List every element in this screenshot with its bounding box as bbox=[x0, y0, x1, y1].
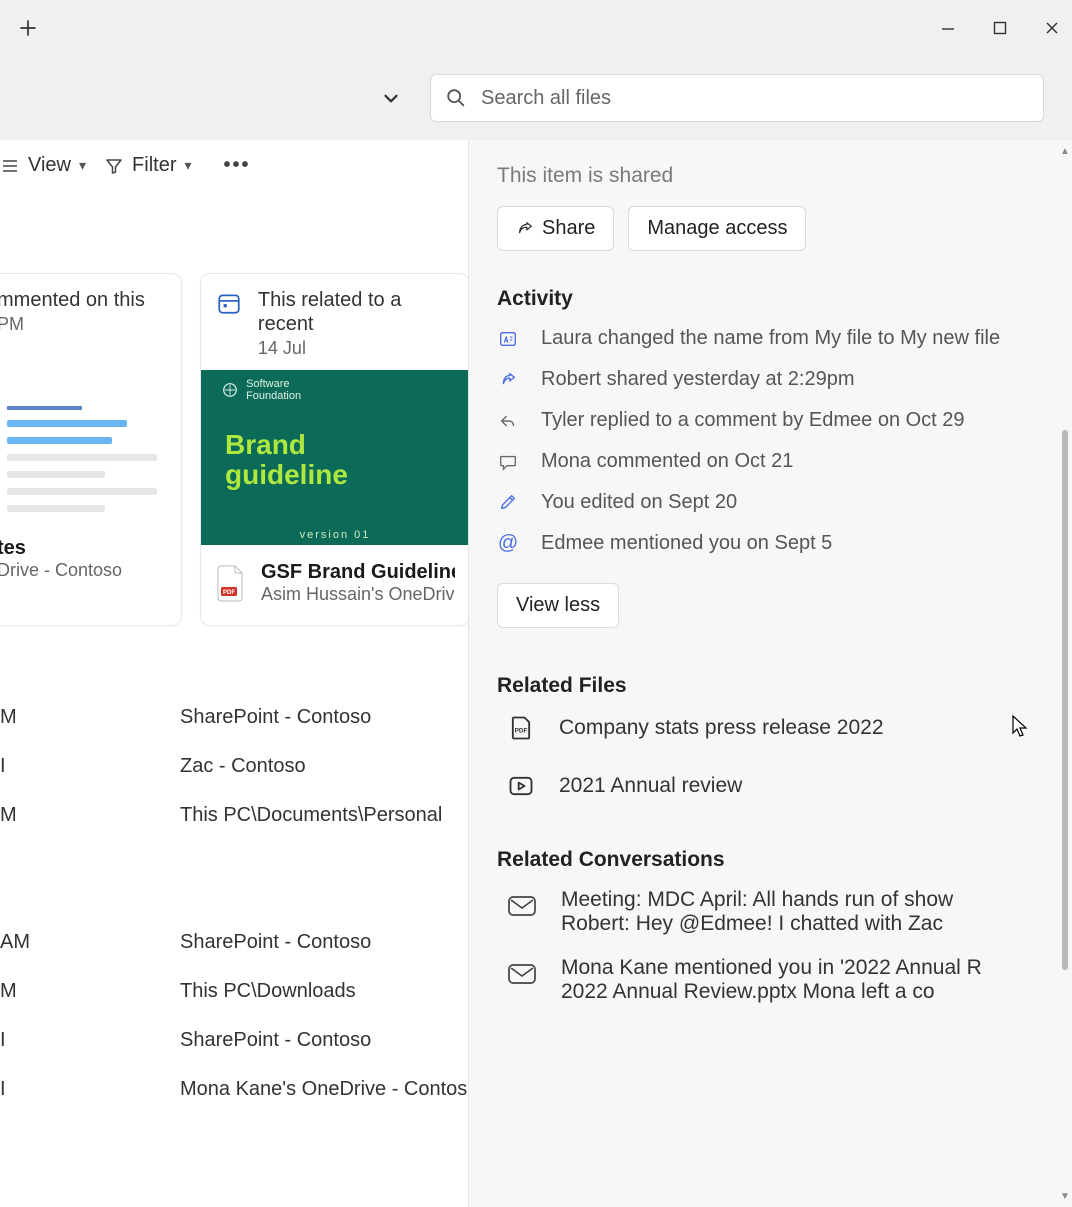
search-row bbox=[0, 56, 1072, 140]
view-menu[interactable]: View ▾ bbox=[0, 154, 86, 177]
scroll-up-icon[interactable]: ▲ bbox=[1060, 146, 1070, 156]
shared-status-label: This item is shared bbox=[497, 164, 1050, 188]
window-close-button[interactable] bbox=[1036, 14, 1068, 42]
file-row[interactable]: IMona Kane's OneDrive - Contoso bbox=[0, 1078, 468, 1101]
view-switcher-icon bbox=[0, 156, 20, 176]
filter-menu[interactable]: Filter ▾ bbox=[104, 154, 191, 177]
context-dropdown[interactable] bbox=[380, 87, 402, 109]
file-row[interactable]: MSharePoint - Contoso bbox=[0, 706, 468, 729]
share-button-label: Share bbox=[542, 217, 595, 240]
activity-item[interactable]: Tyler replied to a comment by Edmee on O… bbox=[497, 409, 1050, 432]
svg-text:PDF: PDF bbox=[515, 728, 528, 735]
card-reason-sub: 14 Jul bbox=[258, 338, 455, 360]
share-icon bbox=[497, 369, 519, 391]
scrollbar-thumb[interactable] bbox=[1062, 430, 1068, 970]
card-reason: mmented on this bbox=[0, 288, 145, 312]
thumb-logo-text: Software Foundation bbox=[221, 378, 301, 402]
file-row[interactable]: ISharePoint - Contoso bbox=[0, 1029, 468, 1052]
window-maximize-button[interactable] bbox=[984, 14, 1016, 42]
search-box[interactable] bbox=[430, 74, 1044, 122]
file-list-group: MSharePoint - Contoso IZac - Contoso MTh… bbox=[0, 706, 468, 827]
card-reason: This related to a recent bbox=[258, 288, 455, 336]
card-thumbnail: Software Foundation Brand guideline vers… bbox=[201, 370, 468, 545]
manage-access-label: Manage access bbox=[647, 217, 787, 240]
related-file[interactable]: 2021 Annual review bbox=[497, 772, 1050, 800]
chevron-down-icon: ▾ bbox=[79, 157, 86, 174]
activity-item[interactable]: Robert shared yesterday at 2:29pm bbox=[497, 368, 1050, 391]
card-file-location: Asim Hussain's OneDrive bbox=[261, 584, 455, 605]
pdf-icon: PDF bbox=[507, 714, 535, 742]
mail-icon bbox=[507, 962, 539, 990]
filter-label: Filter bbox=[132, 154, 176, 177]
new-tab-button[interactable] bbox=[12, 12, 44, 44]
scroll-down-icon[interactable]: ▼ bbox=[1060, 1191, 1070, 1201]
card-reason-sub: PM bbox=[0, 314, 145, 336]
details-panel: This item is shared Share Manage access … bbox=[468, 140, 1072, 1207]
conversation-snippet: 2022 Annual Review.pptx Mona left a co bbox=[561, 980, 982, 1004]
chevron-down-icon: ▾ bbox=[184, 157, 191, 174]
comment-icon bbox=[497, 451, 519, 473]
svg-text:PDF: PDF bbox=[223, 590, 235, 596]
thumb-title-l2: guideline bbox=[225, 460, 445, 491]
more-menu[interactable]: ••• bbox=[224, 154, 251, 177]
file-row[interactable]: IZac - Contoso bbox=[0, 755, 468, 778]
calendar-icon bbox=[215, 288, 244, 318]
ellipsis-icon: ••• bbox=[224, 154, 251, 177]
activity-item[interactable]: You edited on Sept 20 bbox=[497, 491, 1050, 514]
conversation-title: Mona Kane mentioned you in '2022 Annual … bbox=[561, 956, 982, 980]
left-toolbar: View ▾ Filter ▾ ••• bbox=[0, 140, 468, 191]
edit-icon bbox=[497, 492, 519, 514]
share-button[interactable]: Share bbox=[497, 206, 614, 251]
window-minimize-button[interactable] bbox=[932, 14, 964, 42]
related-conversations-heading: Related Conversations bbox=[497, 848, 1050, 872]
reply-icon bbox=[497, 410, 519, 432]
activity-heading: Activity bbox=[497, 287, 1050, 311]
conversation-item[interactable]: Mona Kane mentioned you in '2022 Annual … bbox=[497, 956, 1050, 1004]
activity-item[interactable]: Mona commented on Oct 21 bbox=[497, 450, 1050, 473]
titlebar bbox=[0, 0, 1072, 56]
file-row[interactable]: MThis PC\Documents\Personal bbox=[0, 804, 468, 827]
view-label: View bbox=[28, 154, 71, 177]
related-conversations-list: Meeting: MDC April: All hands run of sho… bbox=[497, 888, 1050, 1004]
recommendation-card[interactable]: mmented on this PM tes Drive bbox=[0, 273, 182, 626]
thumb-title-l1: Brand bbox=[225, 430, 445, 461]
rename-icon bbox=[497, 328, 519, 350]
conversation-title: Meeting: MDC April: All hands run of sho… bbox=[561, 888, 953, 912]
file-row[interactable]: MThis PC\Downloads bbox=[0, 980, 468, 1003]
related-files-list: PDF Company stats press release 2022 202… bbox=[497, 714, 1050, 800]
filter-icon bbox=[104, 156, 124, 176]
manage-access-button[interactable]: Manage access bbox=[628, 206, 806, 251]
scrollbar[interactable]: ▲ ▼ bbox=[1058, 140, 1072, 1207]
activity-item[interactable]: @ Edmee mentioned you on Sept 5 bbox=[497, 532, 1050, 555]
activity-item[interactable]: Laura changed the name from My file to M… bbox=[497, 327, 1050, 350]
file-gallery-pane: View ▾ Filter ▾ ••• mmented on this bbox=[0, 140, 468, 1207]
search-icon bbox=[445, 87, 467, 109]
card-file-title: tes bbox=[0, 537, 122, 560]
conversation-snippet: Robert: Hey @Edmee! I chatted with Zac bbox=[561, 912, 953, 936]
card-file-location: Drive - Contoso bbox=[0, 560, 122, 581]
file-row[interactable]: AMSharePoint - Contoso bbox=[0, 931, 468, 954]
pdf-file-icon: PDF bbox=[215, 563, 247, 603]
card-file-title: GSF Brand Guideline bbox=[261, 561, 455, 584]
card-thumbnail bbox=[0, 346, 181, 521]
video-icon bbox=[507, 772, 535, 800]
thumb-version: version 01 bbox=[300, 529, 371, 541]
activity-list: Laura changed the name from My file to M… bbox=[497, 327, 1050, 555]
conversation-item[interactable]: Meeting: MDC April: All hands run of sho… bbox=[497, 888, 1050, 936]
view-less-button[interactable]: View less bbox=[497, 583, 619, 628]
related-files-heading: Related Files bbox=[497, 674, 1050, 698]
search-input[interactable] bbox=[481, 87, 1029, 110]
mail-icon bbox=[507, 894, 539, 922]
recommendation-card[interactable]: This related to a recent 14 Jul Software… bbox=[200, 273, 468, 626]
file-list-group: AMSharePoint - Contoso MThis PC\Download… bbox=[0, 931, 468, 1101]
share-icon bbox=[516, 220, 534, 238]
related-file[interactable]: PDF Company stats press release 2022 bbox=[497, 714, 1050, 742]
mention-icon: @ bbox=[497, 533, 519, 555]
